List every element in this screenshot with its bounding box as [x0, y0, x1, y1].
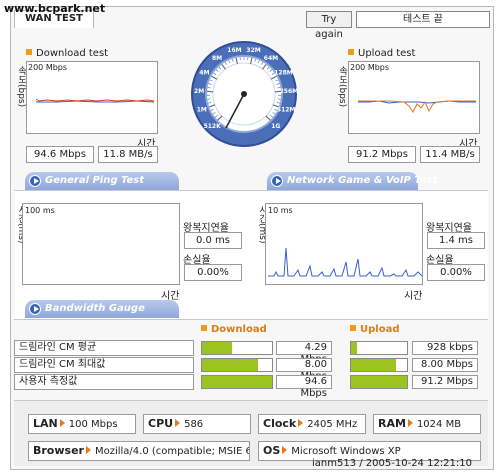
download-line-red [35, 98, 155, 102]
gauge-tick-label: 2M [194, 88, 204, 95]
gauge-tick-label: 4M [199, 69, 209, 76]
gauge-svg: 512K 1M 2M 4M8M 16M 32M 64M 128M 256M 512M 1G [191, 41, 298, 147]
bw-download-bar [201, 375, 273, 389]
gauge-tick-label: 256M [280, 88, 298, 95]
ping-rtt-value: 0.0 ms [184, 232, 242, 249]
arrow-right-icon [271, 175, 283, 187]
arrow-right-icon [29, 303, 41, 315]
browser-info: Browser Mozilla/4.0 (compatible; MSIE 6.0 [28, 441, 250, 461]
bw-upload-bar [350, 341, 408, 355]
status-field: 테스트 끝 [356, 11, 490, 28]
upload-scale: 200 Mbps [350, 63, 390, 72]
download-plot-svg [35, 98, 155, 103]
orange-dot-icon [350, 325, 356, 331]
gauge-tick-label: 1M [197, 107, 207, 114]
clock-info: Clock 2405 MHz [258, 414, 366, 434]
download-mbs: 11.8 MB/s [98, 146, 158, 163]
orange-dot-icon [26, 49, 32, 55]
tab-general-ping[interactable]: General Ping Test [25, 172, 179, 190]
gauge-tick-label: 512M [277, 107, 296, 114]
bw-download-fill [202, 342, 233, 354]
arrow-right-icon [29, 175, 41, 187]
gauge-tick-label: 1G [271, 123, 280, 130]
ping-loss-value: 0.00% [184, 264, 242, 281]
bw-download-fill [202, 376, 272, 388]
upload-line-red [358, 100, 476, 113]
bw-upload-bar [350, 375, 408, 389]
bw-upload-fill [351, 376, 407, 388]
ping-plot [22, 203, 180, 285]
bw-upload-value: 91.2 Mbps [412, 375, 478, 389]
bw-upload-header: Upload [350, 324, 399, 335]
triangle-right-icon [85, 446, 91, 454]
bw-upload-fill [351, 342, 357, 354]
triangle-right-icon [407, 419, 413, 427]
bw-upload-value: 928 kbps [412, 341, 478, 355]
bw-download-value: 4.29 Mbps [276, 341, 332, 365]
gauge-tick-label: 64M [264, 55, 278, 62]
bw-download-value: 8.00 Mbps [276, 358, 332, 382]
speed-gauge: 512K 1M 2M 4M 8M 16M 32M 64M 128M 256M 512M 1G [190, 40, 298, 148]
bw-download-bar [201, 358, 273, 372]
orange-dot-icon [348, 49, 354, 55]
download-scale: 200 Mbps [28, 63, 68, 72]
triangle-right-icon [282, 446, 288, 454]
upload-mbs: 11.4 MB/s [420, 146, 480, 163]
bw-row-label: 드림라인 CM 평균 [14, 340, 194, 356]
triangle-right-icon [59, 419, 65, 427]
game-rtt-value: 1.4 ms [427, 232, 485, 249]
cpu-info: CPU 586 [143, 414, 251, 434]
download-test-title: Download test [26, 48, 108, 59]
triangle-right-icon [298, 419, 304, 427]
game-latency-line [268, 247, 422, 277]
triangle-right-icon [175, 419, 181, 427]
bw-download-bar [201, 341, 273, 355]
bw-download-header: Download [201, 324, 267, 335]
upload-test-title: Upload test [348, 48, 415, 59]
game-plot-svg [268, 247, 422, 277]
bw-row-label: 드림라인 CM 최대값 [14, 357, 194, 373]
bw-download-fill [202, 359, 258, 371]
tab-network-game[interactable]: Network Game & VoIP Test [267, 172, 437, 190]
game-scale: 10 ms [268, 206, 293, 215]
ram-info: RAM 1024 MB [373, 414, 481, 434]
download-mbps: 94.6 Mbps [26, 146, 94, 163]
footer-stamp: ianm513 / 2005-10-24 12:21:10 [312, 458, 473, 469]
bw-upload-bar [350, 358, 408, 372]
gauge-tick-label: 8M [212, 55, 222, 62]
lan-info: LAN 100 Mbps [28, 414, 136, 434]
gauge-tick-label: 16M [227, 47, 241, 54]
try-again-button[interactable]: Try again [306, 11, 352, 40]
ping-scale: 100 ms [25, 206, 55, 215]
tab-bandwidth-gauge[interactable]: Bandwidth Gauge [25, 300, 179, 318]
watermark: www.bcpark.net [4, 2, 106, 15]
game-xlabel: 시간 [404, 291, 423, 302]
bw-upload-fill [351, 359, 396, 371]
orange-dot-icon [201, 325, 207, 331]
bw-upload-value: 8.00 Mbps [412, 358, 478, 372]
bw-download-value: 94.6 Mbps [276, 375, 332, 399]
gauge-tick-label: 512K [204, 123, 222, 130]
gauge-tick-label: 128M [274, 69, 293, 76]
game-loss-value: 0.00% [427, 264, 485, 281]
upload-plot-svg [358, 100, 476, 113]
gauge-tick-label: 32M [246, 47, 260, 54]
bw-row-label: 사용자 측정값 [14, 374, 194, 390]
game-plot [265, 203, 423, 285]
upload-mbps: 91.2 Mbps [348, 146, 416, 163]
